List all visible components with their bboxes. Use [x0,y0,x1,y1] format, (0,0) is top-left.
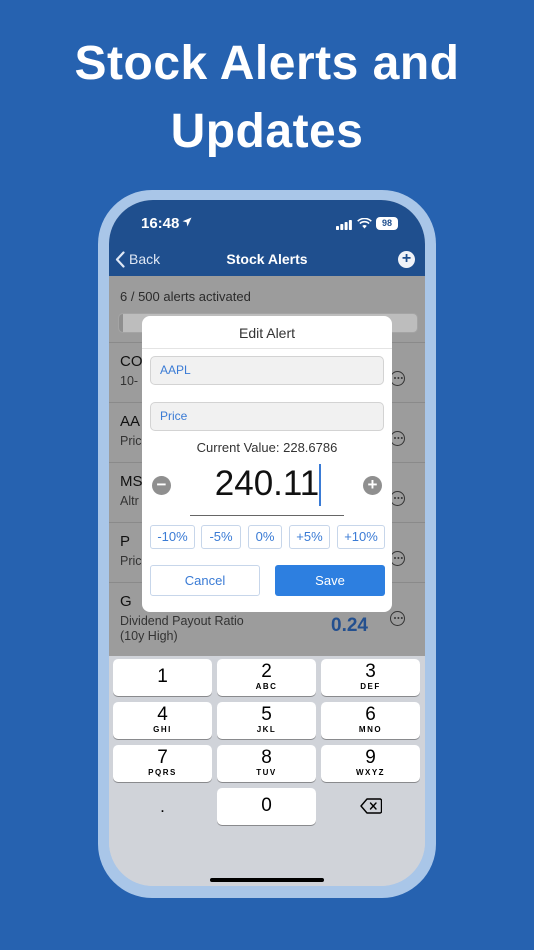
cellular-signal-icon [336,220,352,230]
key-letters: GHI [153,725,172,734]
edit-alert-dialog: Edit Alert AAPL Price Current Value: 228… [142,316,392,612]
headline-line-1: Stock Alerts and [74,37,460,90]
alert-subtitle: Pric [120,554,142,568]
key-2[interactable]: 2 ABC [217,659,316,696]
page-title: Stock Alerts [226,251,308,267]
alert-symbol: G [120,593,132,610]
key-digit: 8 [261,747,272,768]
current-value-label: Current Value: 228.6786 [196,440,338,455]
save-button[interactable]: Save [275,565,385,596]
metric-field[interactable]: Price [150,402,384,431]
alert-subtitle: Pric [120,434,142,448]
more-options-icon[interactable] [390,611,405,626]
alerts-count: 6 / 500 alerts activated [120,289,251,304]
alert-subtitle: Altr [120,494,139,508]
input-underline [190,515,344,516]
key-9[interactable]: 9 WXYZ [321,745,420,782]
headline-line-2: Updates [170,105,364,158]
key-8[interactable]: 8 TUV [217,745,316,782]
home-indicator [210,878,324,882]
wifi-icon [357,218,372,229]
key-digit: 1 [157,666,168,687]
key-digit: 6 [365,704,376,725]
key-letters: WXYZ [355,768,386,777]
numeric-keypad: 1 2 ABC 3 DEF 4 GHI 5 JKL 6 MNO 7 PQRS 8 TUV 9W… [109,656,425,886]
text-cursor [319,464,321,506]
delete-backspace-icon [360,798,382,814]
divider [142,348,392,349]
phone-screen: 16:48 98 Back Stock Alerts + 6 / 500 ale… [109,200,425,886]
alert-value: 0.24 [331,615,368,636]
minus-5-percent-button[interactable]: -5% [201,525,241,549]
status-time: 16:48 [141,215,180,232]
key-letters: ABC [255,682,278,691]
key-letters: DEF [360,682,381,691]
more-options-icon[interactable] [390,491,405,506]
plus-icon: + [401,250,412,267]
key-0[interactable]: 0 [217,788,316,825]
key-7[interactable]: 7 PQRS [113,745,212,782]
key-1[interactable]: 1 [113,659,212,696]
key-digit: 5 [261,704,272,725]
key-5[interactable]: 5 JKL [217,702,316,739]
more-options-icon[interactable] [390,431,405,446]
cancel-button[interactable]: Cancel [150,565,260,596]
key-digit: 7 [157,747,168,768]
key-digit: 4 [157,704,168,725]
plus-10-percent-button[interactable]: +10% [337,525,385,549]
key-digit: 9 [365,747,376,768]
more-options-icon[interactable] [390,551,405,566]
key-decimal[interactable]: . [113,788,212,825]
status-bar: 16:48 98 [109,200,425,244]
battery-indicator: 98 [376,217,398,230]
key-letters: TUV [256,768,277,777]
minus-10-percent-button[interactable]: -10% [150,525,195,549]
alert-symbol: CO [120,353,143,370]
symbol-field[interactable]: AAPL [150,356,384,385]
increment-button[interactable]: + [363,476,382,495]
key-letters: MNO [358,725,383,734]
plus-5-percent-button[interactable]: +5% [289,525,330,549]
key-digit: 2 [261,661,272,682]
add-alert-button[interactable]: + [398,251,415,268]
key-letters: PQRS [148,768,177,777]
navigation-bar: Back Stock Alerts + [109,244,425,276]
key-digit: 3 [365,661,376,682]
delete-key[interactable] [321,788,420,825]
alert-subtitle: Dividend Payout Ratio (10y High) [120,614,244,643]
alerts-progress-fill [119,314,123,332]
alert-symbol: MS [120,473,143,490]
alert-subtitle: 10- [120,374,139,388]
dialog-title: Edit Alert [238,325,296,341]
key-digit: . [160,797,165,816]
key-digit: 0 [261,795,272,816]
more-options-icon[interactable] [390,371,405,386]
key-3[interactable]: 3 DEF [321,659,420,696]
alert-symbol: AA [120,413,141,430]
key-6[interactable]: 6 MNO [321,702,420,739]
key-letters: JKL [256,725,277,734]
zero-percent-button[interactable]: 0% [248,525,282,549]
key-4[interactable]: 4 GHI [113,702,212,739]
decrement-button[interactable]: − [152,476,171,495]
location-arrow-icon [182,217,192,227]
alert-symbol: P [120,533,131,550]
